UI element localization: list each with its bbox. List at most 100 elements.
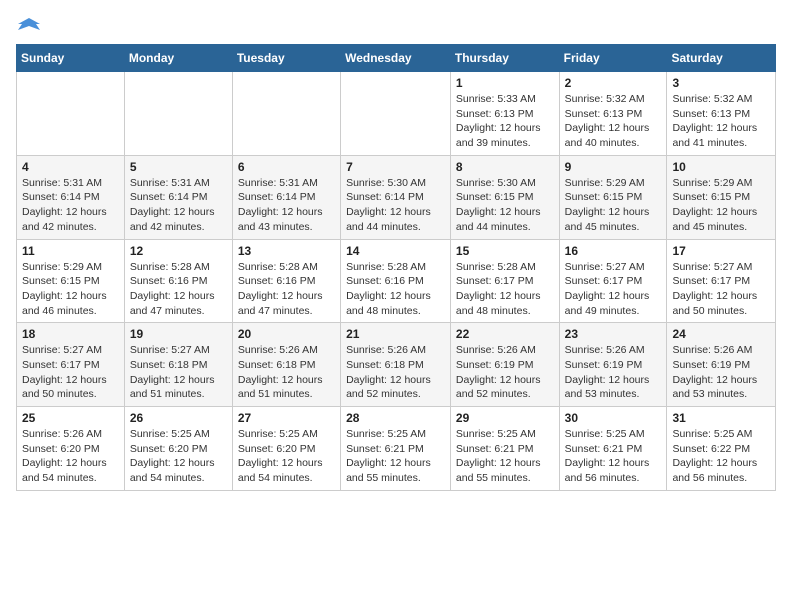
day-info: Sunrise: 5:30 AM Sunset: 6:15 PM Dayligh…: [456, 176, 554, 235]
day-info: Sunrise: 5:31 AM Sunset: 6:14 PM Dayligh…: [22, 176, 119, 235]
day-info: Sunrise: 5:25 AM Sunset: 6:20 PM Dayligh…: [238, 427, 335, 486]
calendar-cell: 9 Sunrise: 5:29 AM Sunset: 6:15 PM Daylig…: [559, 155, 667, 239]
calendar-cell: 8Sunrise: 5:30 AM Sunset: 6:15 PM Daylig…: [450, 155, 559, 239]
day-number: 2: [565, 76, 662, 90]
day-number: 10: [672, 160, 770, 174]
calendar-cell: 23 Sunrise: 5:26 AM Sunset: 6:19 PM Dayli…: [559, 323, 667, 407]
day-number: 22: [456, 327, 554, 341]
day-number: 19: [130, 327, 227, 341]
calendar-cell: 13 Sunrise: 5:28 AM Sunset: 6:16 PM Dayli…: [232, 239, 340, 323]
column-header-wednesday: Wednesday: [341, 45, 451, 72]
calendar-cell: [232, 72, 340, 156]
calendar-cell: 1 Sunrise: 5:33 AM Sunset: 6:13 PM Daylig…: [450, 72, 559, 156]
calendar-cell: 29 Sunrise: 5:25 AM Sunset: 6:21 PM Dayli…: [450, 407, 559, 491]
calendar-week-row: 1 Sunrise: 5:33 AM Sunset: 6:13 PM Daylig…: [17, 72, 776, 156]
calendar-cell: [17, 72, 125, 156]
day-info: Sunrise: 5:29 AM Sunset: 6:15 PM Dayligh…: [565, 176, 662, 235]
day-number: 12: [130, 244, 227, 258]
calendar-cell: 17 Sunrise: 5:27 AM Sunset: 6:17 PM Dayli…: [667, 239, 776, 323]
column-header-thursday: Thursday: [450, 45, 559, 72]
day-number: 17: [672, 244, 770, 258]
calendar-cell: 4 Sunrise: 5:31 AM Sunset: 6:14 PM Daylig…: [17, 155, 125, 239]
day-info: Sunrise: 5:31 AM Sunset: 6:14 PM Dayligh…: [238, 176, 335, 235]
calendar-cell: 16 Sunrise: 5:27 AM Sunset: 6:17 PM Dayli…: [559, 239, 667, 323]
day-number: 6: [238, 160, 335, 174]
day-info: Sunrise: 5:32 AM Sunset: 6:13 PM Dayligh…: [672, 92, 770, 151]
day-info: Sunrise: 5:25 AM Sunset: 6:21 PM Dayligh…: [565, 427, 662, 486]
calendar-cell: 5 Sunrise: 5:31 AM Sunset: 6:14 PM Daylig…: [124, 155, 232, 239]
logo-bird-icon: [18, 16, 40, 38]
column-header-tuesday: Tuesday: [232, 45, 340, 72]
day-info: Sunrise: 5:26 AM Sunset: 6:19 PM Dayligh…: [456, 343, 554, 402]
day-number: 4: [22, 160, 119, 174]
calendar-week-row: 18 Sunrise: 5:27 AM Sunset: 6:17 PM Dayli…: [17, 323, 776, 407]
day-info: Sunrise: 5:26 AM Sunset: 6:18 PM Dayligh…: [238, 343, 335, 402]
calendar-cell: 21Sunrise: 5:26 AM Sunset: 6:18 PM Dayli…: [341, 323, 451, 407]
calendar-cell: 31 Sunrise: 5:25 AM Sunset: 6:22 PM Dayli…: [667, 407, 776, 491]
day-number: 16: [565, 244, 662, 258]
column-header-sunday: Sunday: [17, 45, 125, 72]
day-info: Sunrise: 5:29 AM Sunset: 6:15 PM Dayligh…: [22, 260, 119, 319]
day-info: Sunrise: 5:28 AM Sunset: 6:17 PM Dayligh…: [456, 260, 554, 319]
day-number: 3: [672, 76, 770, 90]
calendar-header-row: SundayMondayTuesdayWednesdayThursdayFrid…: [17, 45, 776, 72]
day-info: Sunrise: 5:27 AM Sunset: 6:17 PM Dayligh…: [565, 260, 662, 319]
calendar-cell: 6 Sunrise: 5:31 AM Sunset: 6:14 PM Daylig…: [232, 155, 340, 239]
day-number: 7: [346, 160, 445, 174]
calendar-cell: 26 Sunrise: 5:25 AM Sunset: 6:20 PM Dayli…: [124, 407, 232, 491]
calendar-week-row: 25 Sunrise: 5:26 AM Sunset: 6:20 PM Dayli…: [17, 407, 776, 491]
day-info: Sunrise: 5:26 AM Sunset: 6:19 PM Dayligh…: [672, 343, 770, 402]
day-info: Sunrise: 5:25 AM Sunset: 6:21 PM Dayligh…: [456, 427, 554, 486]
calendar-cell: 14 Sunrise: 5:28 AM Sunset: 6:16 PM Dayli…: [341, 239, 451, 323]
calendar-cell: 25 Sunrise: 5:26 AM Sunset: 6:20 PM Dayli…: [17, 407, 125, 491]
day-info: Sunrise: 5:25 AM Sunset: 6:22 PM Dayligh…: [672, 427, 770, 486]
day-info: Sunrise: 5:29 AM Sunset: 6:15 PM Dayligh…: [672, 176, 770, 235]
calendar-cell: 15 Sunrise: 5:28 AM Sunset: 6:17 PM Dayli…: [450, 239, 559, 323]
day-number: 14: [346, 244, 445, 258]
day-number: 24: [672, 327, 770, 341]
day-info: Sunrise: 5:26 AM Sunset: 6:19 PM Dayligh…: [565, 343, 662, 402]
calendar-table: SundayMondayTuesdayWednesdayThursdayFrid…: [16, 44, 776, 491]
day-info: Sunrise: 5:28 AM Sunset: 6:16 PM Dayligh…: [238, 260, 335, 319]
day-info: Sunrise: 5:27 AM Sunset: 6:18 PM Dayligh…: [130, 343, 227, 402]
day-info: Sunrise: 5:27 AM Sunset: 6:17 PM Dayligh…: [22, 343, 119, 402]
calendar-cell: 20Sunrise: 5:26 AM Sunset: 6:18 PM Dayli…: [232, 323, 340, 407]
day-number: 28: [346, 411, 445, 425]
day-info: Sunrise: 5:26 AM Sunset: 6:20 PM Dayligh…: [22, 427, 119, 486]
calendar-cell: 18 Sunrise: 5:27 AM Sunset: 6:17 PM Dayli…: [17, 323, 125, 407]
day-number: 26: [130, 411, 227, 425]
day-number: 23: [565, 327, 662, 341]
day-info: Sunrise: 5:28 AM Sunset: 6:16 PM Dayligh…: [130, 260, 227, 319]
day-info: Sunrise: 5:27 AM Sunset: 6:17 PM Dayligh…: [672, 260, 770, 319]
day-info: Sunrise: 5:26 AM Sunset: 6:18 PM Dayligh…: [346, 343, 445, 402]
day-number: 13: [238, 244, 335, 258]
day-info: Sunrise: 5:25 AM Sunset: 6:20 PM Dayligh…: [130, 427, 227, 486]
day-number: 31: [672, 411, 770, 425]
day-number: 15: [456, 244, 554, 258]
calendar-week-row: 11 Sunrise: 5:29 AM Sunset: 6:15 PM Dayli…: [17, 239, 776, 323]
day-info: Sunrise: 5:28 AM Sunset: 6:16 PM Dayligh…: [346, 260, 445, 319]
calendar-cell: 24 Sunrise: 5:26 AM Sunset: 6:19 PM Dayli…: [667, 323, 776, 407]
column-header-monday: Monday: [124, 45, 232, 72]
day-number: 5: [130, 160, 227, 174]
calendar-week-row: 4 Sunrise: 5:31 AM Sunset: 6:14 PM Daylig…: [17, 155, 776, 239]
calendar-cell: [124, 72, 232, 156]
day-number: 29: [456, 411, 554, 425]
calendar-cell: 30 Sunrise: 5:25 AM Sunset: 6:21 PM Dayli…: [559, 407, 667, 491]
calendar-cell: 12 Sunrise: 5:28 AM Sunset: 6:16 PM Dayli…: [124, 239, 232, 323]
calendar-cell: 2Sunrise: 5:32 AM Sunset: 6:13 PM Daylig…: [559, 72, 667, 156]
column-header-friday: Friday: [559, 45, 667, 72]
day-number: 9: [565, 160, 662, 174]
calendar-cell: 27Sunrise: 5:25 AM Sunset: 6:20 PM Dayli…: [232, 407, 340, 491]
day-number: 11: [22, 244, 119, 258]
column-header-saturday: Saturday: [667, 45, 776, 72]
calendar-cell: 11 Sunrise: 5:29 AM Sunset: 6:15 PM Dayli…: [17, 239, 125, 323]
day-number: 1: [456, 76, 554, 90]
day-number: 25: [22, 411, 119, 425]
day-number: 30: [565, 411, 662, 425]
day-info: Sunrise: 5:31 AM Sunset: 6:14 PM Dayligh…: [130, 176, 227, 235]
day-number: 18: [22, 327, 119, 341]
day-info: Sunrise: 5:33 AM Sunset: 6:13 PM Dayligh…: [456, 92, 554, 151]
calendar-cell: 3 Sunrise: 5:32 AM Sunset: 6:13 PM Daylig…: [667, 72, 776, 156]
calendar-cell: [341, 72, 451, 156]
